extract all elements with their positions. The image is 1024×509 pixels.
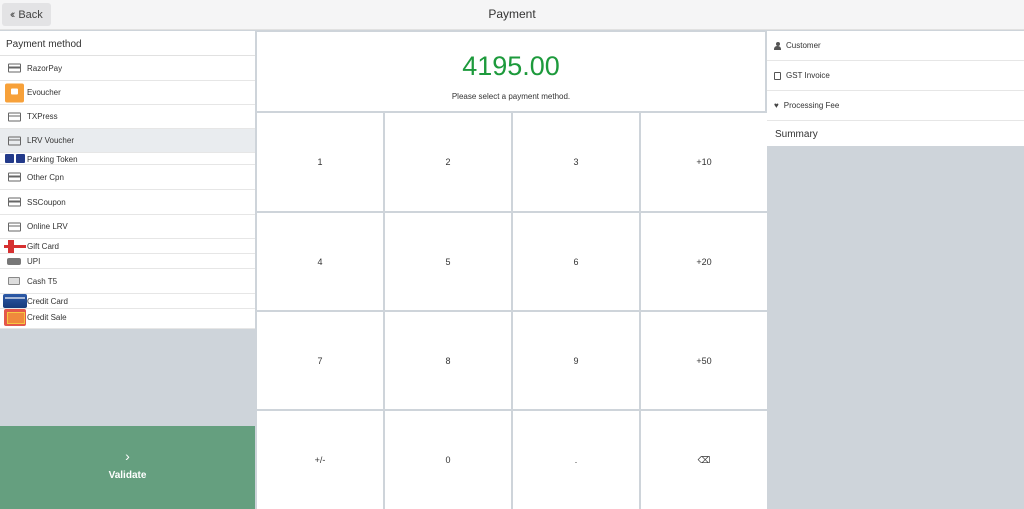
payment-method-label: LRV Voucher [27,136,74,145]
payment-method-label: SSCoupon [27,197,66,207]
card-icon [8,197,21,207]
payment-method-label: Credit Card [27,296,68,306]
key-1[interactable]: 1 [257,113,383,211]
credit-sale-icon [4,309,26,326]
payment-method-lrv-voucher[interactable]: LRV Voucher [0,129,255,153]
key-2[interactable]: 2 [385,113,511,211]
validate-label: Validate [108,470,147,481]
key-8[interactable]: 8 [385,312,511,409]
payment-status-message: Please select a payment method. [451,92,571,101]
payment-method-online-lrv[interactable]: Online LRV [0,215,255,239]
validate-button[interactable]: › Validate [0,426,255,509]
customer-button[interactable]: Customer [767,31,1024,61]
parking-icon [5,154,25,163]
payment-method-cash-t5[interactable]: Cash T5 [0,269,255,294]
card-icon [8,222,21,231]
customer-label: Customer [786,41,821,50]
payment-method-label: Evoucher [27,88,61,97]
summary-heading: Summary [767,121,1024,146]
key-sign-toggle[interactable]: +/- [257,411,383,509]
evoucher-icon [5,83,24,102]
key-7[interactable]: 7 [257,312,383,409]
heart-icon: ♥ [774,100,779,110]
payment-method-label: RazorPay [27,63,63,73]
payment-method-label: Gift Card [27,241,60,251]
processing-fee-button[interactable]: ♥ Processing Fee [767,91,1024,121]
payment-method-label: Credit Sale [27,313,67,322]
payment-method-evoucher[interactable]: Evoucher [0,81,255,105]
document-icon [774,71,781,80]
upi-icon [7,258,21,265]
amount-panel: 4195.00 Please select a payment method. [257,32,765,111]
payment-method-label: UPI [27,256,41,266]
payment-method-txpress[interactable]: TXPress [0,105,255,129]
gst-invoice-button[interactable]: GST Invoice [767,61,1024,91]
numeric-keypad: 1 2 3 +10 4 5 6 +20 7 8 9 +50 +/- 0 . ⌫ [257,113,767,509]
payment-method-label: Other Cpn [27,172,64,182]
key-3[interactable]: 3 [513,113,639,211]
page-title: Payment [488,7,536,21]
processing-fee-label: Processing Fee [783,101,840,110]
cash-icon [8,277,20,285]
card-icon [8,63,21,73]
payment-method-label: TXPress [27,112,58,121]
chevron-right-icon: › [125,448,130,464]
credit-card-icon [3,294,27,308]
key-6[interactable]: 6 [513,213,639,310]
key-9[interactable]: 9 [513,312,639,409]
payment-method-parking-token[interactable]: Parking Token [0,153,255,165]
payment-method-list: RazorPay Evoucher TXPress LRV Voucher Pa… [0,56,255,329]
key-5[interactable]: 5 [385,213,511,310]
payment-method-label: Cash T5 [27,276,58,286]
card-icon [8,112,21,121]
backspace-icon[interactable]: ⌫ [641,411,767,509]
card-icon [8,172,21,182]
payment-method-label: Parking Token [27,155,78,164]
gst-invoice-label: GST Invoice [786,71,830,80]
payment-amount: 4195.00 [462,51,560,81]
key-0[interactable]: 0 [385,411,511,509]
order-options-panel: Customer GST Invoice ♥ Processing Fee Su… [767,31,1024,509]
key-4[interactable]: 4 [257,213,383,310]
payment-method-razorpay[interactable]: RazorPay [0,56,255,81]
payment-method-gift-card[interactable]: Gift Card [0,239,255,254]
key-plus-20[interactable]: +20 [641,213,767,310]
card-icon [8,136,21,145]
payment-method-upi[interactable]: UPI [0,254,255,269]
gift-icon [4,240,26,253]
user-icon [774,41,781,50]
payment-method-other-cpn[interactable]: Other Cpn [0,165,255,190]
key-plus-50[interactable]: +50 [641,312,767,409]
payment-method-label: Online LRV [27,222,68,231]
top-bar: ‹‹ Back Payment [0,0,1024,30]
payment-method-credit-card[interactable]: Credit Card [0,294,255,309]
key-decimal[interactable]: . [513,411,639,509]
payment-method-credit-sale[interactable]: Credit Sale [0,309,255,329]
payment-method-panel: Payment method RazorPay Evoucher TXPress… [0,31,255,509]
payment-method-sscoupon[interactable]: SSCoupon [0,190,255,215]
payment-method-heading: Payment method [0,31,255,56]
key-plus-10[interactable]: +10 [641,113,767,211]
